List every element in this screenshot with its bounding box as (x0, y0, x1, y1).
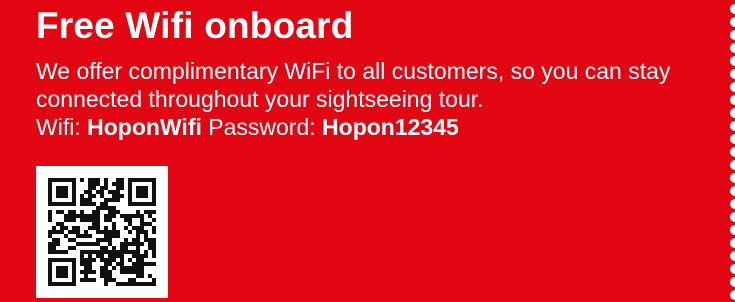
perforation-hole (730, 121, 735, 131)
wifi-network-name: HoponWifi (87, 114, 202, 140)
perforation-hole (730, 134, 735, 144)
card-title: Free Wifi onboard (36, 5, 354, 46)
perforated-edge (721, 0, 735, 302)
perforation-hole (730, 4, 735, 14)
perforation-hole (730, 173, 735, 183)
perforation-hole (730, 212, 735, 222)
perforation-hole (730, 56, 735, 66)
perforation-hole (730, 290, 735, 300)
perforation-hole (730, 43, 735, 53)
perforation-hole (730, 17, 735, 27)
wifi-info-card: Free Wifi onboard We offer complimentary… (0, 0, 721, 302)
perforation-hole (730, 186, 735, 196)
wifi-credentials: Wifi: HoponWifi Password: Hopon12345 (36, 113, 459, 141)
perforation-hole (730, 251, 735, 261)
qr-code-icon (48, 178, 156, 286)
perforation-hole (730, 82, 735, 92)
perforation-hole (730, 277, 735, 287)
perforation-hole (730, 225, 735, 235)
perforation-hole (730, 108, 735, 118)
perforation-hole (730, 160, 735, 170)
qr-code[interactable] (36, 166, 168, 298)
wifi-description: We offer complimentary WiFi to all custo… (36, 58, 671, 112)
perforation-hole (730, 199, 735, 209)
perforation-hole (730, 69, 735, 79)
wifi-password: Hopon12345 (322, 114, 459, 140)
perforation-hole (730, 147, 735, 157)
wifi-label: Wifi: (36, 114, 81, 140)
perforation-hole (730, 30, 735, 40)
perforation-hole (730, 238, 735, 248)
perforation-hole (730, 95, 735, 105)
perforation-hole (730, 264, 735, 274)
password-label: Password: (208, 114, 316, 140)
